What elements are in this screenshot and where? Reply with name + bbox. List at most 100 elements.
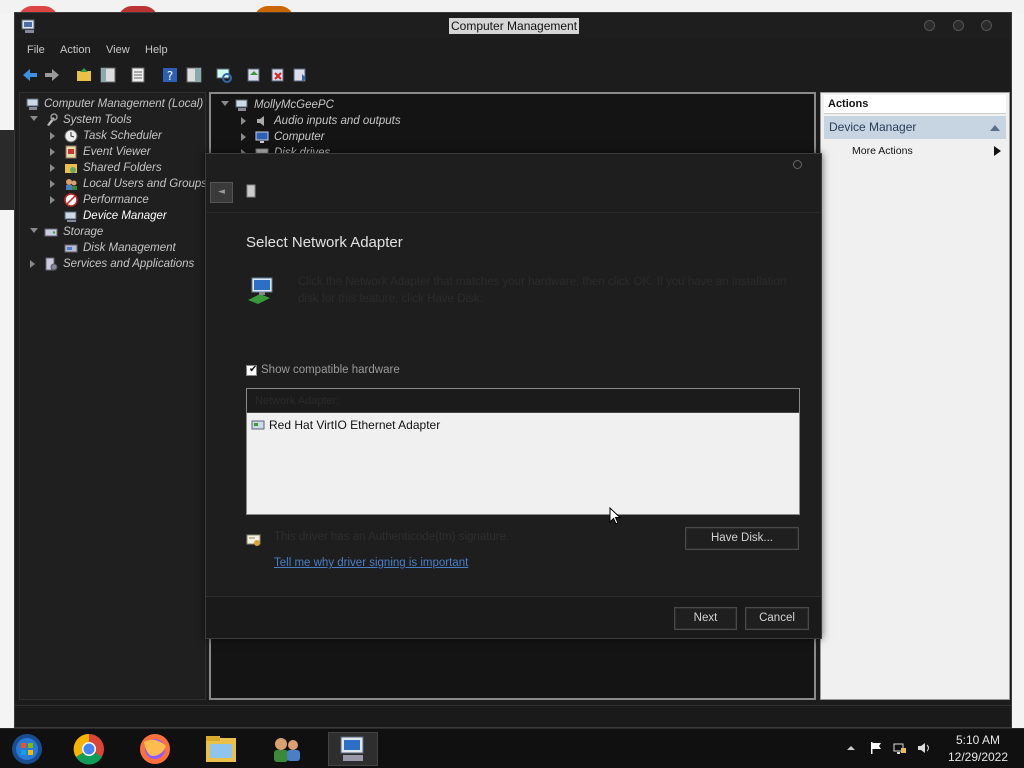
dialog-close-button[interactable]: [793, 160, 802, 169]
network-icon[interactable]: [893, 741, 907, 755]
status-bar: [15, 705, 1011, 727]
tree-item-services[interactable]: Services and Applications: [26, 256, 206, 272]
list-item-label: Red Hat VirtIO Ethernet Adapter: [269, 418, 441, 432]
start-button-icon[interactable]: [4, 732, 50, 766]
users-accounts-icon[interactable]: [264, 732, 310, 766]
expand-icon[interactable]: [30, 228, 38, 233]
tree-item-performance[interactable]: Performance: [26, 192, 206, 208]
update-driver-icon[interactable]: [245, 66, 263, 84]
tree-item-event-viewer[interactable]: Event Viewer: [26, 144, 206, 160]
tree-item-label: Device Manager: [83, 210, 167, 222]
device-node-label: Audio inputs and outputs: [274, 115, 401, 127]
maximize-button[interactable]: [953, 20, 964, 31]
driver-signing-link[interactable]: Tell me why driver signing is important: [274, 557, 468, 569]
list-item[interactable]: Red Hat VirtIO Ethernet Adapter: [251, 417, 551, 433]
chevron-right-icon: [994, 146, 1001, 156]
clock-date[interactable]: 12/29/2022: [940, 750, 1016, 764]
close-button[interactable]: [981, 20, 992, 31]
tree-item-task-scheduler[interactable]: Task Scheduler: [26, 128, 206, 144]
expand-icon[interactable]: [50, 180, 55, 188]
svg-text:?: ?: [167, 69, 173, 83]
window-title: Computer Management: [449, 18, 580, 34]
desktop-background: [1012, 14, 1024, 728]
computer-management-taskbar-button[interactable]: [328, 732, 378, 766]
show-compatible-checkbox[interactable]: ✔: [246, 364, 257, 376]
tree-item-root[interactable]: Computer Management (Local): [26, 96, 206, 112]
mouse-cursor-icon: [609, 507, 621, 525]
scan-hardware-icon[interactable]: [215, 66, 233, 84]
expand-icon[interactable]: [50, 148, 55, 156]
computer-management-icon: [21, 19, 35, 33]
tree-item-label: Shared Folders: [83, 162, 162, 174]
toolbar: ?: [15, 63, 1011, 87]
uninstall-device-icon[interactable]: [269, 66, 287, 84]
menu-file[interactable]: File: [27, 44, 45, 56]
expand-icon[interactable]: [241, 117, 246, 125]
clock-time[interactable]: 5:10 AM: [947, 733, 1009, 747]
show-hide-tree-icon[interactable]: [99, 66, 117, 84]
actions-section-device-manager[interactable]: Device Manager: [824, 116, 1006, 139]
device-node-computer[interactable]: Computer: [217, 129, 517, 145]
action-center-flag-icon[interactable]: [869, 741, 883, 755]
menu-help[interactable]: Help: [145, 44, 168, 56]
help-icon[interactable]: ?: [161, 66, 179, 84]
storage-icon: [44, 228, 58, 237]
list-header: Network Adapter:: [247, 389, 799, 413]
title-bar[interactable]: Computer Management: [15, 13, 1011, 39]
show-compatible-label[interactable]: Show compatible hardware: [261, 364, 400, 376]
expand-icon[interactable]: [221, 101, 229, 106]
firefox-icon[interactable]: [132, 732, 178, 766]
tree-item-device-manager[interactable]: Device Manager: [26, 208, 206, 224]
actions-pane: Actions Device Manager More Actions: [820, 92, 1010, 700]
network-adapter-list[interactable]: Network Adapter: Red Hat VirtIO Ethernet…: [246, 388, 800, 515]
volume-icon[interactable]: [917, 741, 931, 755]
tree-item-storage[interactable]: Storage: [26, 224, 206, 240]
chrome-icon[interactable]: [66, 732, 112, 766]
tree-item-label: System Tools: [63, 114, 132, 126]
tools-icon: [47, 113, 58, 126]
forward-arrow-icon[interactable]: [43, 66, 61, 84]
back-arrow-icon[interactable]: [21, 66, 39, 84]
device-node-pc[interactable]: MollyMcGeePC: [217, 97, 517, 113]
minimize-button[interactable]: [924, 20, 935, 31]
disk-icon: [64, 244, 78, 253]
select-network-adapter-dialog: ◄ Select Network Adapter Click the Netwo…: [205, 153, 822, 639]
enable-device-icon[interactable]: [291, 66, 309, 84]
console-tree: Computer Management (Local) System Tools…: [19, 92, 208, 700]
more-actions-item[interactable]: More Actions: [852, 145, 1004, 157]
back-button[interactable]: ◄: [210, 182, 233, 203]
up-folder-icon[interactable]: [75, 66, 93, 84]
expand-icon[interactable]: [241, 133, 246, 141]
expand-icon[interactable]: [50, 132, 55, 140]
expand-icon[interactable]: [50, 164, 55, 172]
tree-item-system-tools[interactable]: System Tools: [26, 112, 206, 128]
tree-item-label: Event Viewer: [83, 146, 151, 158]
expand-icon[interactable]: [50, 196, 55, 204]
tree-item-label: Local Users and Groups: [83, 178, 208, 190]
expand-icon[interactable]: [30, 116, 38, 121]
next-button[interactable]: Next: [674, 607, 737, 630]
action-pane-icon[interactable]: [185, 66, 203, 84]
device-node-audio[interactable]: Audio inputs and outputs: [217, 113, 517, 129]
computer-icon: [235, 99, 248, 111]
cancel-button[interactable]: Cancel: [745, 607, 809, 630]
tree-item-label: Disk Management: [83, 242, 176, 254]
tree-item-disk-management[interactable]: Disk Management: [26, 240, 206, 256]
event-viewer-icon: [65, 145, 77, 159]
collapse-up-icon[interactable]: [990, 124, 1000, 131]
desktop-background: [0, 14, 14, 728]
tree-item-label: Performance: [83, 194, 149, 206]
file-explorer-icon[interactable]: [198, 732, 244, 766]
tree-item-local-users[interactable]: Local Users and Groups: [26, 176, 208, 192]
properties-icon[interactable]: [129, 66, 147, 84]
tree-item-shared-folders[interactable]: Shared Folders: [26, 160, 206, 176]
menu-view[interactable]: View: [106, 44, 130, 56]
signature-status: This driver has an Authenticode(tm) sign…: [274, 531, 510, 543]
expand-icon[interactable]: [30, 260, 35, 268]
have-disk-button[interactable]: Have Disk...: [685, 527, 799, 550]
show-hidden-icons-icon[interactable]: [846, 743, 856, 753]
shared-folder-icon: [65, 164, 77, 173]
menu-action[interactable]: Action: [60, 44, 91, 56]
performance-icon: [64, 193, 78, 207]
wizard-icon: [246, 184, 256, 198]
